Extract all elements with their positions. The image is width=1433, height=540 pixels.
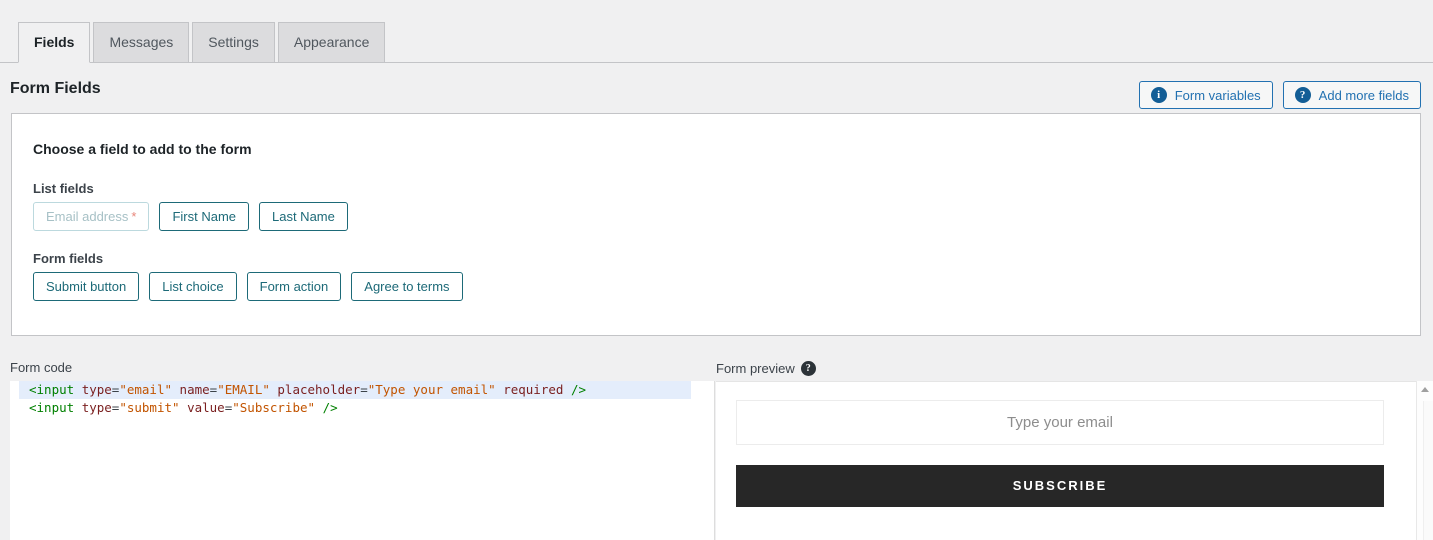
- code-token-attr: placeholder: [277, 382, 361, 397]
- code-token-str: "Subscribe": [232, 400, 316, 415]
- code-token-eq: =: [360, 382, 368, 397]
- form-fields-label: Form fields: [33, 251, 104, 266]
- preview-form: Type your email SUBSCRIBE: [736, 400, 1384, 507]
- code-token-attr: type: [81, 382, 112, 397]
- code-token-tag: <input: [29, 382, 75, 397]
- card-title: Choose a field to add to the form: [33, 141, 252, 157]
- scrollbar-track[interactable]: [1423, 401, 1433, 540]
- header-actions: i Form variables ? Add more fields: [1138, 81, 1421, 109]
- add-more-fields-label: Add more fields: [1318, 87, 1409, 103]
- preview-email-input[interactable]: Type your email: [736, 400, 1384, 445]
- help-icon: ?: [1294, 87, 1311, 103]
- code-line[interactable]: <input type="email" name="EMAIL" placeho…: [10, 381, 714, 399]
- field-button-first-name[interactable]: First Name: [159, 202, 249, 231]
- code-token-attr: value: [187, 400, 225, 415]
- code-token-tag: />: [322, 400, 338, 415]
- code-token-str: "submit": [119, 400, 180, 415]
- add-more-fields-button[interactable]: ? Add more fields: [1282, 81, 1421, 109]
- info-icon: i: [1150, 87, 1167, 103]
- field-button-agree-to-terms[interactable]: Agree to terms: [351, 272, 463, 301]
- field-button-last-name[interactable]: Last Name: [259, 202, 348, 231]
- code-token-tag: />: [570, 382, 587, 397]
- code-token-str: "EMAIL": [217, 382, 270, 397]
- required-asterisk: *: [131, 209, 137, 224]
- tab-bar: Fields Messages Settings Appearance: [0, 0, 1433, 63]
- form-variables-button[interactable]: i Form variables: [1138, 81, 1273, 109]
- code-token-str: "Type your email": [367, 382, 496, 397]
- code-token-attr: required: [503, 382, 564, 397]
- list-fields-label: List fields: [33, 181, 94, 196]
- form-code-editor[interactable]: <input type="email" name="EMAIL" placeho…: [10, 381, 715, 540]
- field-button-email-address[interactable]: Email address *: [33, 202, 150, 231]
- code-line[interactable]: <input type="submit" value="Subscribe" /…: [10, 399, 714, 417]
- form-preview-label-text: Form preview: [716, 361, 795, 376]
- list-fields-buttons: Email address * First Name Last Name: [33, 202, 348, 231]
- code-token-tag: <input: [29, 400, 75, 415]
- page-header: Form Fields i Form variables ? Add more …: [0, 63, 1433, 111]
- field-button-submit-button[interactable]: Submit button: [33, 272, 140, 301]
- field-button-list-choice[interactable]: List choice: [149, 272, 237, 301]
- preview-subscribe-button[interactable]: SUBSCRIBE: [736, 465, 1384, 507]
- form-code-label: Form code: [10, 360, 73, 375]
- tab-list: Fields Messages Settings Appearance: [18, 22, 388, 63]
- code-token-attr: name: [179, 382, 210, 397]
- tab-appearance[interactable]: Appearance: [277, 22, 386, 63]
- preview-help-icon[interactable]: ?: [800, 361, 816, 376]
- scroll-up-arrow-icon[interactable]: [1417, 381, 1432, 397]
- tab-fields[interactable]: Fields: [18, 22, 91, 63]
- tab-settings[interactable]: Settings: [192, 22, 275, 63]
- code-token-attr: type: [81, 400, 112, 415]
- form-fields-buttons: Submit button List choice Form action Ag…: [33, 272, 463, 301]
- form-variables-label: Form variables: [1174, 87, 1261, 103]
- page-title: Form Fields: [10, 80, 101, 97]
- tab-messages[interactable]: Messages: [93, 22, 190, 63]
- field-button-label: Email address: [46, 209, 129, 224]
- form-preview-label: Form preview ?: [716, 361, 816, 376]
- field-chooser-card: Choose a field to add to the form List f…: [11, 113, 1421, 336]
- preview-scrollbar[interactable]: [1416, 381, 1433, 540]
- form-preview-panel: Type your email SUBSCRIBE: [716, 381, 1433, 540]
- field-button-form-action[interactable]: Form action: [246, 272, 342, 301]
- code-token-str: "email": [119, 382, 173, 397]
